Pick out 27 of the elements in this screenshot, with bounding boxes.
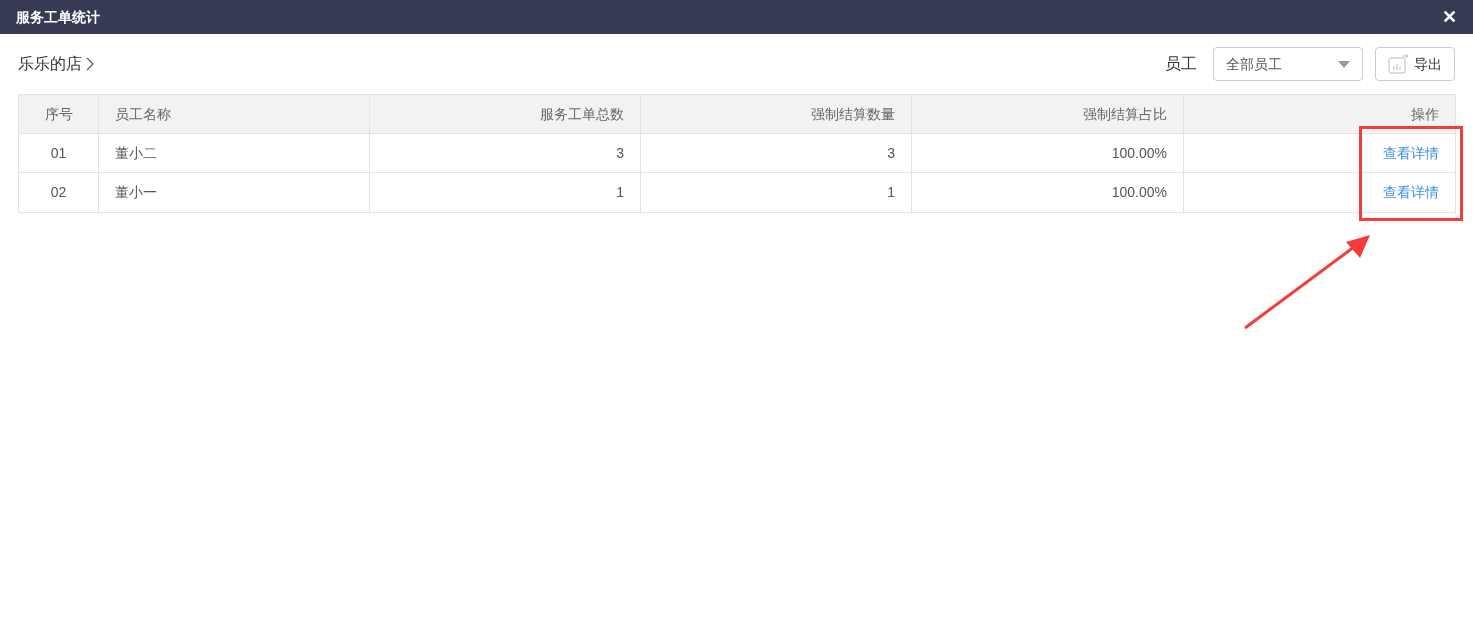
chevron-right-icon	[86, 57, 94, 71]
table-cell: 1	[370, 173, 641, 212]
column-header: 强制结算数量	[641, 95, 912, 133]
table-cell: 02	[19, 173, 99, 212]
column-header: 强制结算占比	[912, 95, 1184, 133]
employee-dropdown[interactable]: 全部员工	[1213, 47, 1363, 81]
caret-icon	[1338, 60, 1350, 68]
chart-export-icon	[1388, 53, 1410, 75]
column-header: 序号	[19, 95, 99, 133]
breadcrumb[interactable]: 乐乐的店	[18, 52, 82, 76]
column-header: 员工名称	[99, 95, 370, 133]
filter-label: 员工	[1165, 54, 1197, 74]
view-details-link[interactable]: 查看详情	[1383, 142, 1439, 164]
table-cell: 董小二	[99, 134, 370, 172]
table-cell: 100.00%	[912, 173, 1184, 212]
table-cell: 3	[370, 134, 641, 172]
table-cell: 1	[641, 173, 912, 212]
table-cell: 100.00%	[912, 134, 1184, 172]
window-title: 服务工单统计	[16, 7, 100, 27]
column-header: 操作	[1410, 104, 1440, 124]
table-cell: 3	[641, 134, 912, 172]
column-header: 服务工单总数	[370, 95, 641, 133]
close-button[interactable]: ✕	[1442, 8, 1457, 26]
table-cell: 董小一	[99, 173, 370, 212]
export-button[interactable]: 导出	[1375, 47, 1455, 81]
table-cell: 01	[19, 134, 99, 172]
view-details-link[interactable]: 查看详情	[1383, 182, 1439, 203]
